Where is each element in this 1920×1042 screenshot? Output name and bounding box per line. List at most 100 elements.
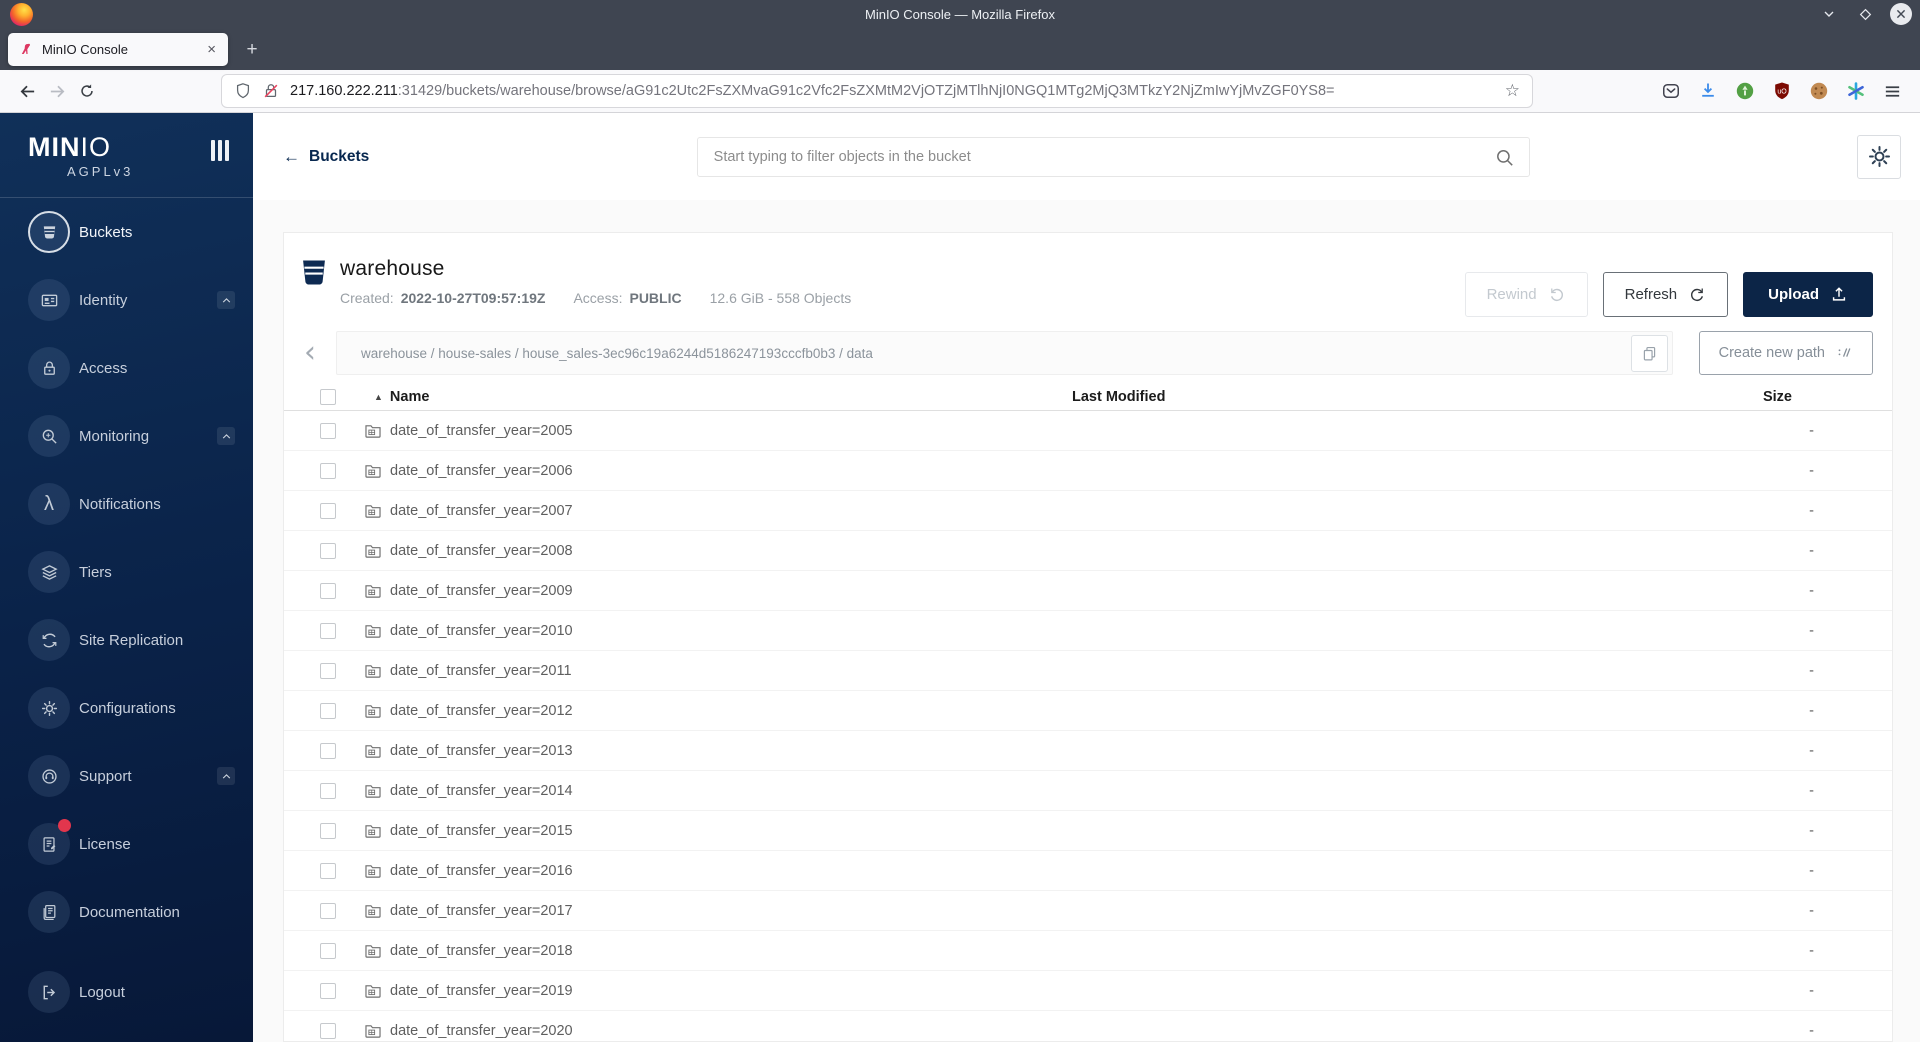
object-name[interactable]: date_of_transfer_year=2015 (390, 823, 1072, 839)
close-window-icon[interactable] (1890, 3, 1912, 25)
sidebar-item-support[interactable]: Support (0, 742, 253, 810)
search-input[interactable] (697, 137, 1529, 176)
asterisk-extension-icon[interactable] (1846, 81, 1866, 101)
window-minimize-chevron-icon[interactable] (1818, 3, 1840, 25)
sidebar-collapse-icon[interactable] (211, 140, 229, 161)
table-row[interactable]: date_of_transfer_year=2008 - (284, 531, 1892, 571)
url-bar[interactable]: 217.160.222.211:31429/buckets/warehouse/… (222, 75, 1532, 107)
refresh-button[interactable]: Refresh (1602, 271, 1729, 317)
table-row[interactable]: date_of_transfer_year=2009 - (284, 571, 1892, 611)
back-to-buckets-link[interactable]: ← Buckets (283, 148, 369, 166)
ublock-origin-icon[interactable]: uO (1772, 81, 1792, 101)
row-checkbox[interactable] (320, 742, 336, 759)
object-name[interactable]: date_of_transfer_year=2014 (390, 783, 1072, 799)
sidebar-item-logout[interactable]: Logout (0, 958, 253, 1026)
row-checkbox[interactable] (320, 662, 336, 679)
new-tab-button[interactable]: + (238, 36, 266, 64)
access-value[interactable]: PUBLIC (629, 290, 681, 306)
green-extension-icon[interactable] (1735, 81, 1755, 101)
table-row[interactable]: date_of_transfer_year=2013 - (284, 731, 1892, 771)
row-checkbox[interactable] (320, 622, 336, 639)
menu-hamburger-icon[interactable] (1883, 82, 1902, 101)
column-header-last-modified[interactable]: Last Modified (1072, 389, 1762, 405)
window-titlebar[interactable]: MinIO Console — Mozilla Firefox (0, 0, 1920, 28)
sidebar-item-access[interactable]: Access (0, 334, 253, 402)
browser-tab-minio-console[interactable]: MinIO Console × (8, 33, 228, 66)
pocket-icon[interactable] (1661, 81, 1681, 101)
cookie-extension-icon[interactable] (1809, 81, 1829, 101)
table-row[interactable]: date_of_transfer_year=2019 - (284, 971, 1892, 1011)
maximize-diamond-icon[interactable] (1854, 3, 1876, 25)
row-checkbox[interactable] (320, 862, 336, 879)
rewind-button[interactable]: Rewind (1464, 271, 1588, 317)
table-row[interactable]: date_of_transfer_year=2006 - (284, 451, 1892, 491)
object-name[interactable]: date_of_transfer_year=2008 (390, 543, 1072, 559)
table-row[interactable]: date_of_transfer_year=2010 - (284, 611, 1892, 651)
table-row[interactable]: date_of_transfer_year=2007 - (284, 491, 1892, 531)
column-header-name[interactable]: ▲ Name (364, 389, 1072, 405)
sidebar-item-site-replication[interactable]: Site Replication (0, 606, 253, 674)
select-all-checkbox[interactable] (320, 388, 336, 405)
object-name[interactable]: date_of_transfer_year=2007 (390, 503, 1072, 519)
table-row[interactable]: date_of_transfer_year=2018 - (284, 931, 1892, 971)
row-checkbox[interactable] (320, 462, 336, 479)
table-row[interactable]: date_of_transfer_year=2014 - (284, 771, 1892, 811)
sidebar-item-buckets[interactable]: Buckets (0, 198, 253, 266)
row-checkbox[interactable] (320, 822, 336, 839)
table-row[interactable]: date_of_transfer_year=2012 - (284, 691, 1892, 731)
reload-icon[interactable] (72, 76, 102, 106)
sidebar-item-license[interactable]: License (0, 810, 253, 878)
sidebar-item-identity[interactable]: Identity (0, 266, 253, 334)
object-name[interactable]: date_of_transfer_year=2018 (390, 943, 1072, 959)
object-name[interactable]: date_of_transfer_year=2010 (390, 623, 1072, 639)
object-name[interactable]: date_of_transfer_year=2009 (390, 583, 1072, 599)
object-name[interactable]: date_of_transfer_year=2011 (390, 663, 1072, 679)
row-checkbox[interactable] (320, 1022, 336, 1039)
row-checkbox[interactable] (320, 502, 336, 519)
object-name[interactable]: date_of_transfer_year=2006 (390, 463, 1072, 479)
url-text[interactable]: 217.160.222.211:31429/buckets/warehouse/… (290, 83, 1497, 99)
row-checkbox[interactable] (320, 942, 336, 959)
column-header-size[interactable]: Size (1762, 389, 1892, 405)
row-checkbox[interactable] (320, 702, 336, 719)
copy-path-button[interactable] (1630, 334, 1668, 372)
firefox-logo-icon[interactable] (10, 3, 33, 26)
object-name[interactable]: date_of_transfer_year=2019 (390, 983, 1072, 999)
object-name[interactable]: date_of_transfer_year=2017 (390, 903, 1072, 919)
upload-button[interactable]: Upload (1743, 271, 1873, 317)
object-name[interactable]: date_of_transfer_year=2013 (390, 743, 1072, 759)
sidebar-item-documentation[interactable]: Documentation (0, 878, 253, 946)
chevron-up-icon[interactable] (217, 427, 235, 445)
table-row[interactable]: date_of_transfer_year=2017 - (284, 891, 1892, 931)
shield-icon[interactable] (234, 82, 252, 100)
row-checkbox[interactable] (320, 982, 336, 999)
tab-close-icon[interactable]: × (205, 41, 218, 58)
row-checkbox[interactable] (320, 902, 336, 919)
back-icon[interactable] (12, 76, 42, 106)
table-row[interactable]: date_of_transfer_year=2016 - (284, 851, 1892, 891)
chevron-up-icon[interactable] (217, 767, 235, 785)
object-name[interactable]: date_of_transfer_year=2016 (390, 863, 1072, 879)
sidebar-item-configurations[interactable]: Configurations (0, 674, 253, 742)
bookmark-star-icon[interactable]: ☆ (1505, 81, 1520, 101)
path-back-chevron-icon[interactable]: ‹ (304, 333, 326, 373)
lock-crossed-icon[interactable] (262, 82, 280, 100)
sidebar-item-monitoring[interactable]: Monitoring (0, 402, 253, 470)
breadcrumb[interactable]: warehouse / house-sales / house_sales-3e… (361, 346, 1631, 361)
table-row[interactable]: date_of_transfer_year=2005 - (284, 411, 1892, 451)
download-icon[interactable] (1698, 81, 1718, 101)
object-name[interactable]: date_of_transfer_year=2012 (390, 703, 1072, 719)
create-new-path-button[interactable]: Create new path (1698, 331, 1873, 375)
sidebar-item-tiers[interactable]: Tiers (0, 538, 253, 606)
row-checkbox[interactable] (320, 782, 336, 799)
chevron-up-icon[interactable] (217, 291, 235, 309)
object-name[interactable]: date_of_transfer_year=2020 (390, 1023, 1072, 1039)
sidebar-item-notifications[interactable]: λ Notifications (0, 470, 253, 538)
row-checkbox[interactable] (320, 422, 336, 439)
forward-icon[interactable] (42, 76, 72, 106)
table-row[interactable]: date_of_transfer_year=2011 - (284, 651, 1892, 691)
object-name[interactable]: date_of_transfer_year=2005 (390, 423, 1072, 439)
row-checkbox[interactable] (320, 582, 336, 599)
bucket-settings-gear-button[interactable] (1857, 134, 1901, 179)
table-row[interactable]: date_of_transfer_year=2020 - (284, 1011, 1892, 1041)
